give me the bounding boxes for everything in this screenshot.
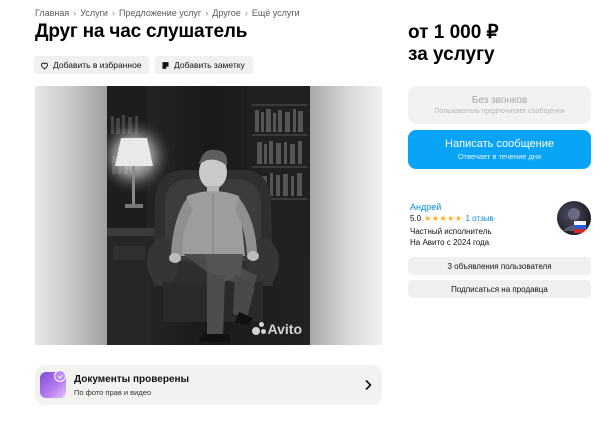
price-value: от 1 000 ₽ [408,22,499,43]
breadcrumb-separator: › [111,8,115,18]
breadcrumb-separator: › [244,8,248,18]
breadcrumb-services[interactable]: Услуги [80,8,108,18]
add-to-favorites-label: Добавить в избранное [53,60,142,70]
rating-score: 5.0 [410,214,422,223]
breadcrumb-offer[interactable]: Предложение услуг [119,8,201,18]
gallery-blur-right [310,86,382,345]
documents-subtitle: По фото прав и видео [74,388,152,397]
breadcrumb-more-services[interactable]: Ещё услуги [252,8,300,18]
breadcrumb-other[interactable]: Другое [212,8,241,18]
documents-title: Документы проверены [74,374,190,385]
breadcrumb-separator: › [205,8,209,18]
breadcrumb-home[interactable]: Главная [35,8,69,18]
subscribe-seller-button[interactable]: Подписаться на продавца [408,280,591,298]
breadcrumb-separator: › [73,8,77,18]
page-title: Друг на час слушатель [35,21,248,42]
seller-type: Частный исполнитель [410,227,492,236]
rating-stars-icon: ★★★★★ [424,214,463,223]
avito-logo-icon [251,322,266,336]
photo-illustration [107,86,310,345]
seller-avatar[interactable] [557,201,591,235]
no-calls-button[interactable]: Без звонков Пользователь предпочитает со… [408,86,591,124]
note-icon [162,61,169,69]
gallery-blur-left [35,86,107,345]
photo-gallery[interactable]: Avito [35,86,382,345]
chevron-right-icon [365,379,372,391]
add-to-favorites-button[interactable]: Добавить в избранное [34,56,149,74]
reviews-link[interactable]: 1 отзыв [465,214,493,223]
seller-name[interactable]: Андрей [410,202,441,212]
no-calls-sublabel: Пользователь предпочитает сообщения [434,108,565,115]
price-unit: за услугу [408,44,495,65]
add-note-label: Добавить заметку [174,60,245,70]
verified-check-icon [54,370,66,382]
seller-ads-button[interactable]: 3 объявления пользователя [408,257,591,275]
documents-verified-card[interactable]: Документы проверены По фото прав и видео [35,365,382,405]
listing-photo[interactable]: Avito [107,86,310,345]
seller-since: На Авито с 2024 года [410,238,490,247]
avatar-image [563,208,586,233]
watermark-text: Avito [267,321,302,337]
price: от 1 000 ₽ за услугу [408,22,499,66]
write-message-sublabel: Отвечает в течение дня [457,152,542,161]
heart-icon [41,62,48,69]
seller-rating: 5.0 ★★★★★ 1 отзыв [410,214,494,223]
write-message-button[interactable]: Написать сообщение Отвечает в течение дн… [408,130,591,169]
no-calls-label: Без звонков [471,95,528,106]
write-message-label: Написать сообщение [445,138,554,150]
add-note-button[interactable]: Добавить заметку [155,56,253,74]
breadcrumb: Главная › Услуги › Предложение услуг › Д… [35,8,300,18]
avito-watermark: Avito [251,321,302,337]
